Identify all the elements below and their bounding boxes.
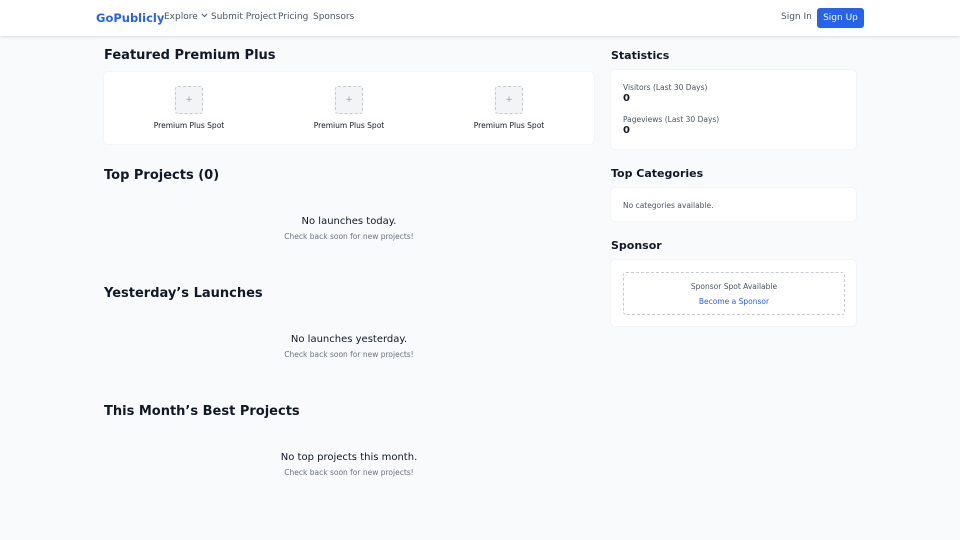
featured-title: Featured Premium Plus bbox=[104, 48, 276, 63]
empty-title: No top projects this month. bbox=[280, 452, 418, 463]
premium-spot-label: Premium Plus Spot bbox=[153, 121, 225, 130]
nav-pricing[interactable]: Pricing bbox=[278, 12, 308, 22]
sponsor-spot: Sponsor Spot Available Become a Sponsor bbox=[623, 272, 845, 315]
pageviews-label: Pageviews (Last 30 Days) bbox=[623, 115, 720, 124]
premium-spot-3[interactable]: + Premium Plus Spot bbox=[454, 86, 564, 130]
nav-sponsors[interactable]: Sponsors bbox=[313, 12, 354, 22]
sponsor-title: Sponsor bbox=[611, 239, 662, 252]
visitors-value: 0 bbox=[623, 93, 630, 104]
visitors-label: Visitors (Last 30 Days) bbox=[623, 83, 708, 92]
nav-explore-label: Explore bbox=[164, 12, 198, 22]
site-logo[interactable]: GoPublicly bbox=[96, 11, 164, 25]
nav-explore[interactable]: Explore bbox=[164, 12, 208, 22]
statistics-title: Statistics bbox=[611, 49, 670, 62]
empty-title: No launches yesterday. bbox=[290, 334, 408, 345]
top-projects-empty: No launches today. Check back soon for n… bbox=[104, 216, 594, 241]
featured-card: + Premium Plus Spot + Premium Plus Spot … bbox=[104, 72, 594, 144]
nav-submit-project[interactable]: Submit Project bbox=[211, 12, 277, 22]
premium-spot-1[interactable]: + Premium Plus Spot bbox=[134, 86, 244, 130]
pageviews-value: 0 bbox=[623, 125, 630, 136]
categories-card: No categories available. bbox=[611, 188, 856, 221]
categories-title: Top Categories bbox=[611, 167, 704, 180]
empty-subtitle: Check back soon for new projects! bbox=[284, 350, 414, 359]
sign-in-link[interactable]: Sign In bbox=[781, 12, 812, 22]
top-navbar: GoPublicly Explore Submit Project Pricin… bbox=[0, 0, 960, 36]
empty-subtitle: Check back soon for new projects! bbox=[284, 468, 414, 477]
yesterday-empty: No launches yesterday. Check back soon f… bbox=[104, 334, 594, 359]
chevron-down-icon bbox=[201, 13, 208, 18]
plus-icon: + bbox=[175, 86, 203, 114]
premium-spot-label: Premium Plus Spot bbox=[313, 121, 385, 130]
month-best-title: This Month’s Best Projects bbox=[104, 404, 300, 419]
yesterday-title: Yesterday’s Launches bbox=[104, 286, 263, 301]
empty-title: No launches today. bbox=[301, 216, 397, 227]
sponsor-card: Sponsor Spot Available Become a Sponsor bbox=[611, 260, 856, 326]
top-projects-title: Top Projects (0) bbox=[104, 168, 220, 183]
categories-empty: No categories available. bbox=[623, 201, 714, 210]
plus-icon: + bbox=[495, 86, 523, 114]
premium-spot-label: Premium Plus Spot bbox=[473, 121, 545, 130]
sponsor-spot-title: Sponsor Spot Available bbox=[690, 282, 778, 291]
empty-subtitle: Check back soon for new projects! bbox=[284, 232, 414, 241]
become-sponsor-link[interactable]: Become a Sponsor bbox=[624, 297, 844, 306]
plus-icon: + bbox=[335, 86, 363, 114]
month-best-empty: No top projects this month. Check back s… bbox=[104, 452, 594, 477]
sign-up-button[interactable]: Sign Up bbox=[817, 8, 864, 28]
premium-spot-2[interactable]: + Premium Plus Spot bbox=[294, 86, 404, 130]
statistics-card: Visitors (Last 30 Days) 0 Pageviews (Las… bbox=[611, 70, 856, 149]
